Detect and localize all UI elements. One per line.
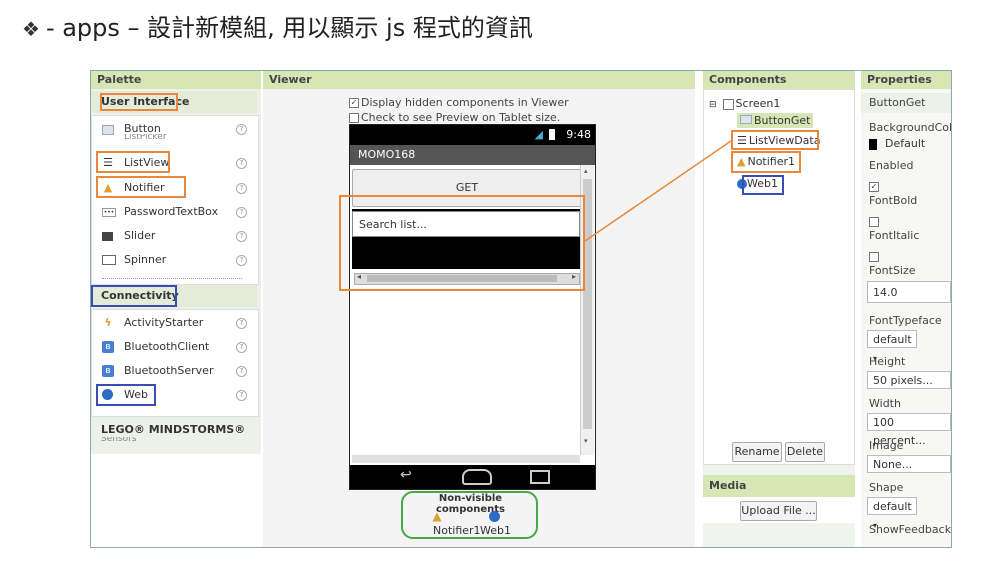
app-inventor-designer: Palette Viewer Components Properties Use… [90, 70, 952, 548]
slide-heading-text: - apps – 設計新模組, 用以顯示 js 程式的資訊 [45, 14, 533, 42]
connector-lines [584, 140, 732, 242]
connector-line [584, 140, 732, 242]
diamond-bullet-icon: ❖ [22, 17, 40, 41]
slide-heading: ❖ - apps – 設計新模組, 用以顯示 js 程式的資訊 [22, 8, 533, 43]
